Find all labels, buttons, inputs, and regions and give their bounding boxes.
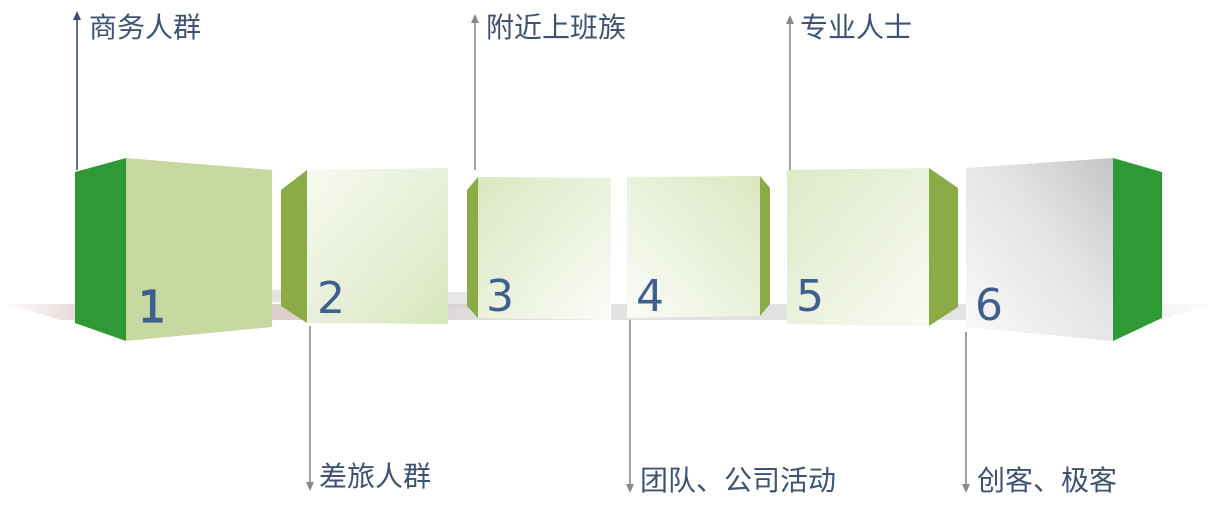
segment-label-4: 团队、公司活动 — [640, 464, 837, 497]
arrow-down-4 — [626, 320, 634, 493]
customer-segments-diagram: 1 2 3 4 5 6 商务人群 差旅人群 附近上班族 团队、公司活动 专业人士… — [0, 0, 1219, 507]
segment-block-6: 6 — [966, 158, 1162, 341]
segment-label-2: 差旅人群 — [319, 460, 432, 493]
segment-block-3: 3 — [467, 177, 611, 322]
block-side-face — [75, 158, 126, 341]
segment-block-1: 1 — [75, 158, 272, 341]
arrow-up-3 — [471, 14, 479, 170]
segment-block-5: 5 — [787, 168, 958, 326]
block-side-face — [467, 177, 478, 318]
segment-label-3: 附近上班族 — [486, 11, 627, 44]
segment-label-1: 商务人群 — [89, 11, 202, 44]
segment-number-6: 6 — [975, 280, 1003, 331]
arrow-up-1 — [73, 11, 81, 170]
segment-number-2: 2 — [317, 273, 345, 324]
segment-number-1: 1 — [138, 282, 166, 333]
segments-canvas: 1 2 3 4 5 6 — [8, 11, 1212, 493]
segment-number-4: 4 — [636, 271, 664, 322]
block-side-face — [760, 176, 770, 316]
segment-label-6: 创客、极客 — [977, 464, 1118, 497]
segment-block-4: 4 — [627, 176, 770, 322]
block-side-face — [929, 168, 958, 326]
segment-number-3: 3 — [486, 271, 514, 322]
arrow-up-5 — [786, 15, 794, 170]
segment-label-5: 专业人士 — [800, 11, 913, 44]
segment-block-2: 2 — [281, 168, 448, 324]
block-side-face — [1113, 158, 1162, 341]
segment-number-5: 5 — [796, 271, 824, 322]
arrow-down-2 — [306, 326, 314, 491]
block-side-face — [281, 170, 307, 323]
arrow-down-6 — [962, 332, 970, 493]
